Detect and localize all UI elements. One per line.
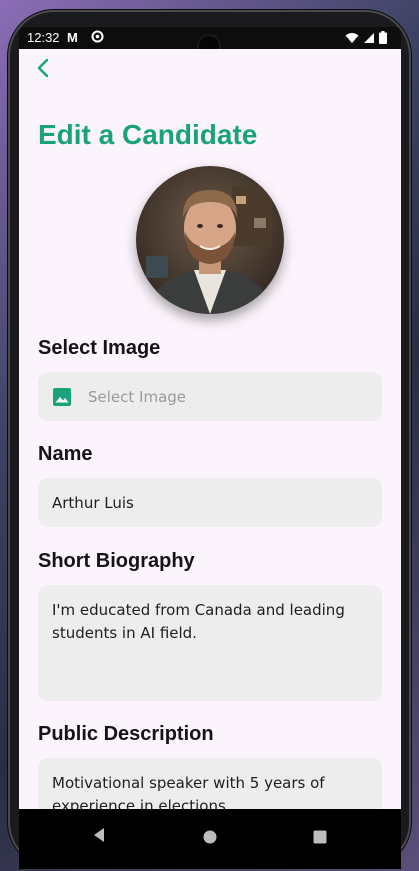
name-value: Arthur Luis [52, 493, 134, 512]
home-circle-icon [203, 830, 217, 844]
select-image-field[interactable]: Select Image [38, 372, 382, 421]
signal-icon [363, 32, 375, 48]
short-biography-value: I'm educated from Canada and leading stu… [52, 601, 345, 642]
public-description-label: Public Description [38, 723, 214, 745]
edit-candidate-screen: Edit a Candidate Select Image Select Ima… [19, 49, 401, 838]
wifi-icon [345, 32, 359, 48]
name-input[interactable]: Arthur Luis [38, 478, 382, 527]
short-biography-label: Short Biography [38, 550, 195, 572]
candidate-avatar [136, 166, 284, 314]
select-image-placeholder: Select Image [88, 387, 187, 406]
status-time: 12:32 [27, 30, 60, 45]
gmail-icon: M [67, 30, 78, 45]
page-title: Edit a Candidate [38, 119, 258, 150]
nav-recents-button[interactable] [313, 829, 327, 848]
system-nav-bar [19, 809, 401, 869]
sync-icon [91, 30, 104, 46]
chevron-left-icon [37, 58, 49, 78]
name-label: Name [38, 443, 93, 465]
image-icon [53, 387, 71, 406]
short-biography-input[interactable]: I'm educated from Canada and leading stu… [38, 585, 382, 701]
recents-square-icon [313, 830, 327, 844]
nav-home-button[interactable] [203, 829, 217, 848]
back-button[interactable] [33, 57, 55, 79]
device-screen: 12:32 M Edit a Candidate Select Image Se… [19, 27, 401, 869]
battery-icon [379, 31, 387, 48]
status-icons [345, 31, 387, 48]
nav-back-button[interactable] [92, 827, 106, 847]
back-triangle-icon [94, 828, 104, 842]
select-image-label: Select Image [38, 337, 161, 359]
